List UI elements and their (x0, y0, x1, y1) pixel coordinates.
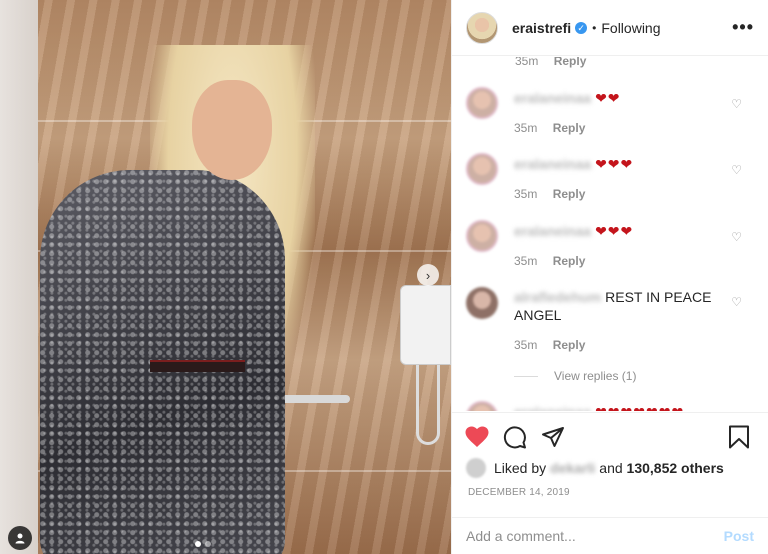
comment-body: eralaneinaa ❤❤ (514, 89, 729, 107)
likes-count[interactable]: 130,852 others (627, 460, 724, 476)
post-comment-button[interactable]: Post (724, 528, 754, 544)
post-photo[interactable]: › (0, 0, 451, 554)
heart-filled-icon (465, 426, 489, 447)
commenter-username[interactable]: eralaneinaa (514, 223, 591, 239)
comment-meta: 35m Reply (514, 254, 585, 268)
reply-button[interactable]: Reply (553, 254, 586, 268)
commenter-username[interactable]: eralaneinaa (514, 404, 591, 411)
header-separator: • (592, 20, 597, 35)
view-replies-label: View replies (1) (554, 369, 637, 383)
author-avatar[interactable] (466, 11, 498, 44)
liker-avatar[interactable] (466, 458, 486, 478)
comment-button[interactable] (500, 422, 530, 452)
post-side-panel: eraistrefi ✓ • Following ••• 35m Reply e… (451, 0, 768, 554)
commenter-avatar[interactable] (466, 220, 498, 252)
like-button[interactable] (462, 422, 492, 452)
photo-hair-dryer (400, 285, 451, 365)
carousel-dot (195, 541, 201, 547)
post-actions-bar (452, 412, 768, 460)
comment-hearts: ❤❤❤ (595, 156, 634, 172)
photo-face (192, 80, 272, 180)
comment-body: eralaneinaa ❤❤❤❤❤❤❤ (514, 403, 729, 411)
paper-plane-icon (542, 426, 564, 447)
commenter-avatar[interactable] (466, 287, 498, 319)
comment-like-heart-icon[interactable]: ♡ (731, 97, 742, 111)
comment-body: eralaneinaa ❤❤❤ (514, 222, 729, 240)
comment-hearts: ❤❤❤ (595, 223, 634, 239)
comment-hearts: ❤❤❤❤❤❤❤ (595, 404, 684, 411)
view-replies-line (514, 375, 538, 377)
comment-meta: 35m Reply (514, 121, 585, 135)
commenter-avatar[interactable] (466, 401, 498, 411)
comment-meta: 35m Reply (514, 187, 585, 201)
comments-list[interactable]: 35m Reply eralaneinaa ❤❤ ♡ 35m Reply eral… (452, 57, 768, 411)
likes-summary: Liked by dekarli and 130,852 others (466, 458, 724, 478)
more-options-icon[interactable]: ••• (732, 17, 754, 38)
save-button[interactable] (724, 422, 754, 452)
comment-body: alrafledehum REST IN PEACE ANGEL (514, 288, 729, 324)
liker-username[interactable]: dekarli (550, 460, 595, 476)
reply-button[interactable]: Reply (553, 121, 586, 135)
reply-button[interactable]: Reply (553, 338, 586, 352)
verified-badge-icon: ✓ (575, 21, 588, 34)
reply-button[interactable]: Reply (553, 187, 586, 201)
comment-like-heart-icon[interactable]: ♡ (731, 230, 742, 244)
comment-input[interactable] (466, 528, 724, 544)
carousel-dots (195, 541, 211, 547)
bookmark-icon (729, 425, 749, 448)
following-button[interactable]: Following (601, 20, 660, 36)
tagged-users-button[interactable] (8, 526, 32, 550)
comment-time: 35m (515, 57, 539, 68)
photo-dryer-cord (416, 365, 440, 445)
comment-meta: 35m Reply (515, 57, 586, 68)
post-date[interactable]: DECEMBER 14, 2019 (468, 487, 570, 498)
post-header: eraistrefi ✓ • Following ••• (452, 0, 768, 56)
share-button[interactable] (538, 422, 568, 452)
comment-meta: 35m Reply (514, 338, 585, 352)
author-username[interactable]: eraistrefi (512, 20, 571, 36)
reply-button[interactable]: Reply (554, 57, 587, 68)
comment-hearts: ❤❤ (595, 90, 621, 106)
comment-time: 35m (514, 121, 538, 135)
commenter-username[interactable]: alrafledehum (514, 289, 601, 305)
commenter-avatar[interactable] (466, 153, 498, 185)
comment-like-heart-icon[interactable]: ♡ (731, 295, 742, 309)
carousel-dot (205, 541, 211, 547)
commenter-avatar[interactable] (466, 87, 498, 119)
comment-body: eralaneinaa ❤❤❤ (514, 155, 729, 173)
view-replies-button[interactable]: View replies (1) (514, 369, 636, 383)
comment-like-heart-icon[interactable]: ♡ (731, 163, 742, 177)
chevron-right-icon: › (425, 267, 431, 283)
comment-time: 35m (514, 254, 538, 268)
comment-bubble-icon (503, 425, 526, 448)
likes-and: and (599, 460, 623, 476)
commenter-username[interactable]: eralaneinaa (514, 156, 591, 172)
next-photo-button[interactable]: › (417, 264, 439, 286)
commenter-username[interactable]: eralaneinaa (514, 90, 591, 106)
photo-wall (0, 0, 38, 554)
user-icon (15, 533, 25, 544)
add-comment-bar: Post (452, 517, 768, 554)
photo-belt (150, 360, 245, 372)
likes-prefix: Liked by (494, 460, 547, 476)
comment-time: 35m (514, 187, 538, 201)
comment-time: 35m (514, 338, 538, 352)
